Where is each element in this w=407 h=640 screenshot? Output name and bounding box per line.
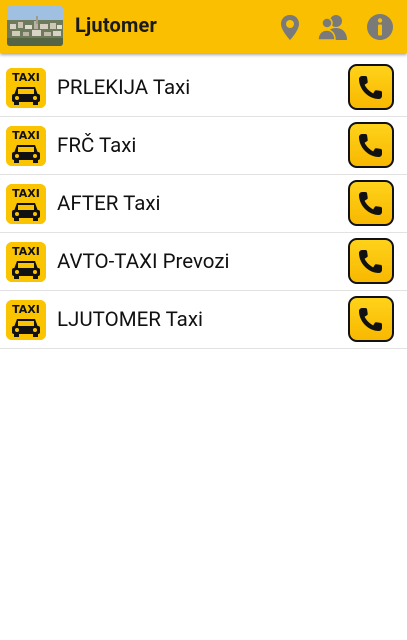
call-button[interactable] bbox=[348, 122, 394, 168]
list-item[interactable]: TAXI LJUTOMER Taxi bbox=[0, 291, 407, 349]
page-title: Ljutomer bbox=[75, 13, 158, 37]
taxi-name: LJUTOMER Taxi bbox=[57, 308, 203, 332]
list-item[interactable]: TAXI FRČ Taxi bbox=[0, 117, 407, 175]
taxi-name: AVTO-TAXI Prevozi bbox=[57, 250, 230, 274]
taxi-icon-label: TAXI bbox=[12, 129, 40, 142]
phone-icon bbox=[359, 308, 382, 331]
taxi-name: PRLEKIJA Taxi bbox=[57, 76, 191, 100]
list-item[interactable]: TAXI AFTER Taxi bbox=[0, 175, 407, 233]
list-item[interactable]: TAXI AVTO-TAXI Prevozi bbox=[0, 233, 407, 291]
location-pin-icon[interactable] bbox=[275, 12, 305, 42]
taxi-name: FRČ Taxi bbox=[57, 134, 137, 158]
town-thumbnail[interactable] bbox=[7, 6, 63, 46]
taxi-icon: TAXI bbox=[6, 242, 46, 282]
phone-icon bbox=[359, 192, 382, 215]
taxi-icon-label: TAXI bbox=[12, 71, 40, 84]
phone-icon bbox=[359, 134, 382, 157]
taxi-name: AFTER Taxi bbox=[57, 192, 161, 216]
app-header: Ljutomer bbox=[0, 0, 407, 53]
taxi-icon-label: TAXI bbox=[12, 245, 40, 258]
taxi-list: TAXI PRLEKIJA Taxi TAXI FRČ Taxi TAXI AF… bbox=[0, 59, 407, 349]
call-button[interactable] bbox=[348, 238, 394, 284]
taxi-icon: TAXI bbox=[6, 184, 46, 224]
app-screen: Ljutomer TAXI PRLEKIJA Taxi TAXI FRČ Tax… bbox=[0, 0, 407, 640]
phone-icon bbox=[359, 76, 382, 99]
contacts-icon[interactable] bbox=[316, 12, 350, 42]
info-icon[interactable] bbox=[365, 12, 395, 42]
taxi-icon: TAXI bbox=[6, 68, 46, 108]
taxi-icon-label: TAXI bbox=[12, 187, 40, 200]
call-button[interactable] bbox=[348, 64, 394, 110]
taxi-icon: TAXI bbox=[6, 126, 46, 166]
taxi-icon-label: TAXI bbox=[12, 303, 40, 316]
call-button[interactable] bbox=[348, 180, 394, 226]
call-button[interactable] bbox=[348, 296, 394, 342]
list-item[interactable]: TAXI PRLEKIJA Taxi bbox=[0, 59, 407, 117]
taxi-icon: TAXI bbox=[6, 300, 46, 340]
phone-icon bbox=[359, 250, 382, 273]
